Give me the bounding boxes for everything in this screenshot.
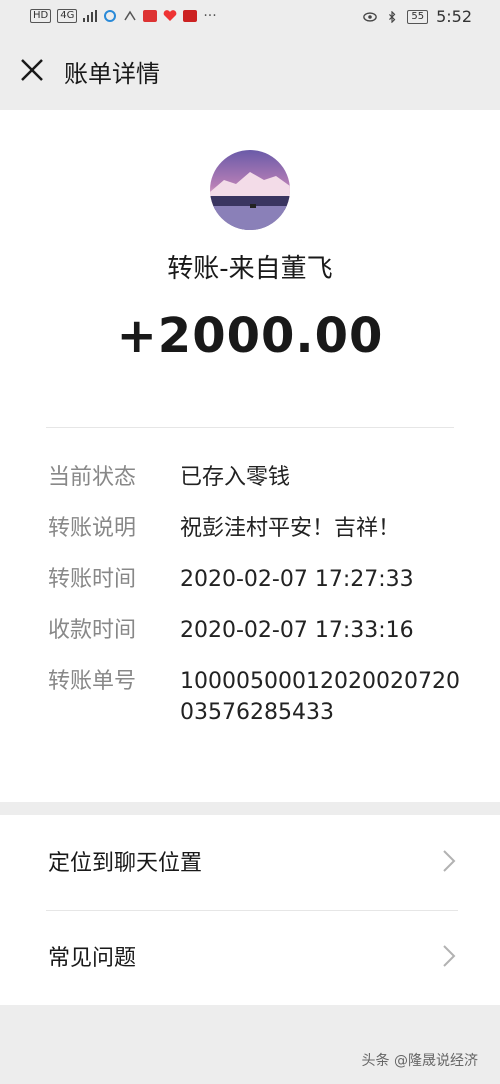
- eye-icon: [363, 11, 378, 22]
- bluetooth-icon: [389, 10, 396, 23]
- detail-list: 当前状态 已存入零钱 转账说明 祝彭洼村平安！吉祥！ 转账时间 2020-02-…: [48, 462, 468, 748]
- heart-rate-icon: [164, 10, 177, 21]
- faq-button[interactable]: 常见问题: [0, 910, 500, 1005]
- status-icons-right: 55 5:52: [363, 7, 472, 26]
- chevron-right-icon: [443, 850, 456, 872]
- detail-label: 转账说明: [48, 516, 137, 541]
- detail-row-transfer-time: 转账时间 2020-02-07 17:27:33: [48, 564, 468, 595]
- transfer-title: 转账-来自董飞: [167, 254, 333, 284]
- list-item-label: 定位到聊天位置: [48, 851, 203, 876]
- bill-detail-card: 转账-来自董飞 +2000.00 当前状态 已存入零钱 转账说明 祝彭洼村平安！…: [0, 110, 500, 802]
- locate-in-chat-button[interactable]: 定位到聊天位置: [0, 815, 500, 911]
- hd-badge: HD: [30, 9, 52, 23]
- detail-value: 已存入零钱: [180, 465, 291, 490]
- app-notification-icon: [124, 10, 136, 21]
- detail-row-note: 转账说明 祝彭洼村平安！吉祥！: [48, 513, 468, 544]
- clock: 5:52: [436, 7, 472, 26]
- chevron-right-icon: [443, 945, 456, 967]
- divider: [46, 427, 454, 428]
- action-list: 定位到聊天位置 常见问题: [0, 815, 500, 1005]
- detail-value: 1000050001202002072003576285433: [180, 669, 460, 725]
- app-notification-icon: [104, 10, 117, 22]
- detail-row-receive-time: 收款时间 2020-02-07 17:33:16: [48, 615, 468, 646]
- signal-icon: [83, 10, 98, 22]
- nav-bar: 账单详情: [0, 34, 500, 110]
- detail-label: 转账时间: [48, 567, 137, 592]
- avatar-image: [210, 150, 290, 230]
- detail-label: 转账单号: [48, 669, 137, 694]
- battery-indicator: 55: [407, 9, 429, 24]
- detail-value: 2020-02-07 17:27:33: [180, 567, 414, 592]
- status-bar: HD 4G ··· 55 5:52: [0, 0, 500, 34]
- network-badge: 4G: [57, 9, 78, 23]
- app-notification-icon: [143, 10, 158, 22]
- app-notification-icon: [183, 10, 198, 22]
- avatar[interactable]: [210, 150, 290, 230]
- more-notifications-icon: ···: [203, 8, 217, 24]
- detail-row-order-number: 转账单号 1000050001202002072003576285433: [48, 666, 468, 728]
- list-item-label: 常见问题: [48, 946, 137, 971]
- detail-label: 收款时间: [48, 618, 137, 643]
- detail-row-status: 当前状态 已存入零钱: [48, 462, 468, 493]
- close-icon[interactable]: [18, 56, 46, 84]
- status-icons-left: HD 4G ···: [30, 8, 217, 24]
- detail-value: 2020-02-07 17:33:16: [180, 618, 414, 643]
- detail-label: 当前状态: [48, 465, 137, 490]
- watermark: 头条 @隆晟说经济: [361, 1053, 478, 1069]
- page-title: 账单详情: [64, 60, 160, 88]
- transfer-amount: +2000.00: [116, 308, 384, 364]
- detail-value: 祝彭洼村平安！吉祥！: [180, 516, 401, 541]
